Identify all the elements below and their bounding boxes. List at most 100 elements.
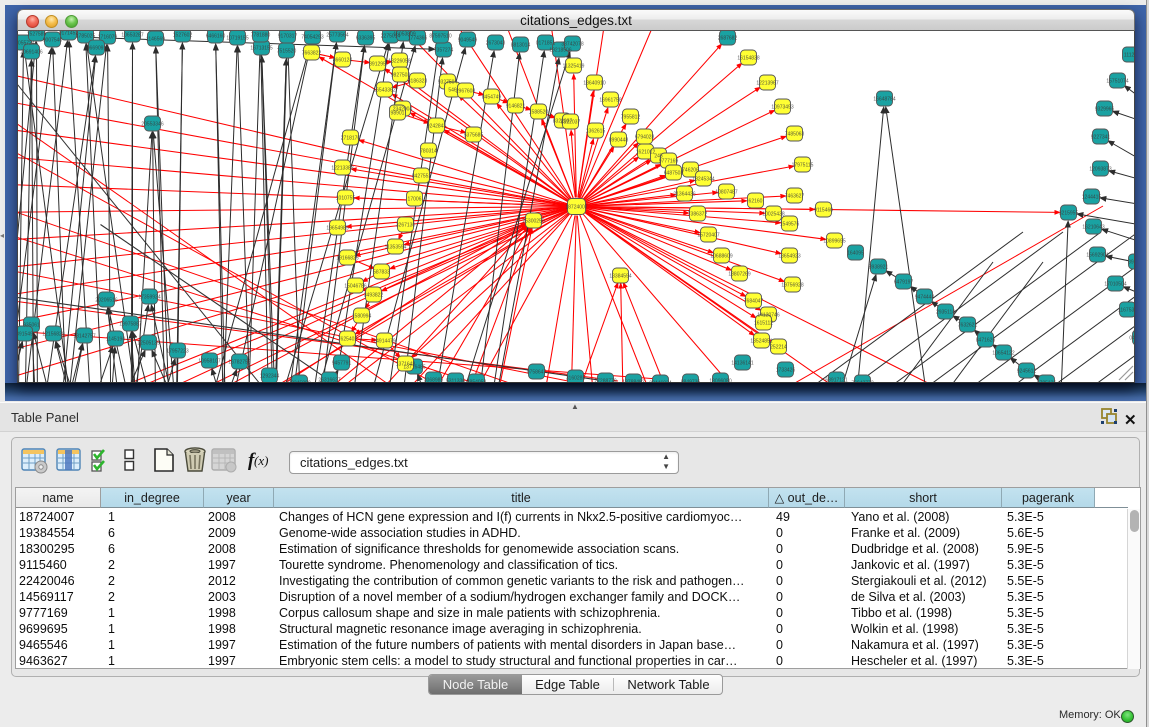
svg-text:17006: 17006 — [408, 196, 422, 202]
svg-text:12213383: 12213383 — [331, 165, 353, 171]
svg-text:9146821: 9146821 — [506, 103, 526, 109]
svg-text:13142757: 13142757 — [73, 333, 95, 339]
svg-text:20206516: 20206516 — [95, 297, 117, 303]
svg-text:2718170: 2718170 — [341, 135, 361, 141]
svg-text:8813014: 8813014 — [511, 42, 531, 48]
svg-text:8849736: 8849736 — [681, 379, 701, 382]
svg-text:9245612: 9245612 — [1017, 368, 1037, 374]
svg-text:7386372: 7386372 — [688, 211, 708, 217]
svg-text:8990448: 8990448 — [609, 137, 629, 143]
svg-text:2673043: 2673043 — [486, 40, 506, 46]
svg-text:18245344: 18245344 — [692, 176, 714, 182]
svg-text:7781880: 7781880 — [251, 32, 271, 38]
svg-text:19975887: 19975887 — [119, 321, 141, 327]
svg-text:12093873: 12093873 — [1089, 166, 1111, 172]
svg-text:15692901: 15692901 — [1086, 252, 1108, 258]
svg-text:7515520: 7515520 — [277, 48, 297, 54]
svg-text:7463627: 7463627 — [785, 193, 805, 199]
svg-text:5375685: 5375685 — [464, 132, 484, 138]
svg-text:7625402: 7625402 — [338, 336, 358, 342]
svg-text:8938921: 8938921 — [869, 264, 889, 270]
svg-text:2687682: 2687682 — [718, 35, 738, 41]
svg-text:8471626: 8471626 — [976, 337, 996, 343]
svg-text:3068985: 3068985 — [424, 377, 444, 382]
svg-text:2967608: 2967608 — [456, 88, 476, 94]
svg-text:17957223: 17957223 — [166, 348, 188, 354]
svg-text:9777169: 9777169 — [659, 158, 679, 164]
svg-text:98901: 98901 — [391, 110, 405, 116]
svg-text:16210643: 16210643 — [1082, 224, 1104, 230]
svg-text:(x): (x) — [254, 453, 268, 468]
svg-text:13788482: 13788482 — [622, 379, 644, 382]
svg-text:04200323: 04200323 — [1129, 335, 1135, 341]
svg-text:6794028: 6794028 — [635, 134, 655, 140]
svg-text:21364436: 21364436 — [673, 191, 695, 197]
svg-text:26316627: 26316627 — [318, 377, 340, 382]
svg-text:76643772: 76643772 — [851, 380, 873, 382]
svg-text:0171851: 0171851 — [536, 40, 556, 46]
svg-text:14136141: 14136141 — [731, 360, 753, 366]
svg-text:10653287: 10653287 — [121, 32, 143, 38]
svg-text:6466160: 6466160 — [206, 33, 226, 39]
svg-text:1292344: 1292344 — [260, 373, 280, 379]
svg-text:9457791: 9457791 — [332, 360, 352, 366]
svg-text:9007540: 9007540 — [43, 37, 63, 43]
svg-text:9115460: 9115460 — [814, 207, 833, 213]
svg-text:10719155: 10719155 — [226, 35, 248, 41]
svg-text:891295: 891295 — [369, 61, 386, 67]
svg-text:19654985: 19654985 — [326, 225, 348, 231]
svg-text:8186323: 8186323 — [408, 78, 428, 84]
svg-text:10688609: 10688609 — [710, 253, 732, 259]
svg-text:7684047: 7684047 — [744, 298, 764, 304]
svg-text:17010504: 17010504 — [1104, 281, 1126, 287]
svg-text:10958107: 10958107 — [198, 358, 220, 364]
svg-text:27288779: 27288779 — [594, 378, 616, 382]
svg-text:12505135: 12505135 — [137, 340, 159, 346]
svg-text:12213967: 12213967 — [756, 80, 778, 86]
svg-text:33742078: 33742078 — [561, 41, 583, 47]
svg-text:1010755: 1010755 — [336, 195, 356, 201]
svg-text:4854058: 4854058 — [467, 379, 487, 382]
svg-text:3160285: 3160285 — [566, 375, 586, 381]
svg-text:6487503: 6487503 — [664, 170, 684, 176]
svg-text:10654122: 10654122 — [992, 350, 1014, 356]
svg-text:1167531: 1167531 — [1118, 307, 1135, 313]
svg-text:1774366: 1774366 — [408, 35, 428, 41]
svg-text:164095: 164095 — [847, 250, 864, 256]
svg-text:10807487: 10807487 — [715, 189, 737, 195]
svg-text:20691406: 20691406 — [20, 49, 42, 55]
svg-text:19756928: 19756928 — [781, 282, 803, 288]
svg-text:16713155: 16713155 — [250, 45, 272, 51]
svg-text:10025438: 10025438 — [762, 211, 784, 217]
svg-text:1549576: 1549576 — [780, 221, 800, 227]
svg-text:9170317: 9170317 — [278, 33, 298, 39]
svg-text:68917121: 68917121 — [825, 377, 847, 382]
svg-text:1716079: 1716079 — [98, 34, 118, 40]
svg-text:18724007: 18724007 — [565, 204, 587, 210]
svg-text:1588520: 1588520 — [529, 109, 549, 115]
svg-text:18807269: 18807269 — [728, 271, 750, 277]
svg-text:8427552: 8427552 — [412, 173, 432, 179]
svg-text:19218506: 19218506 — [549, 47, 571, 53]
svg-text:1244415: 1244415 — [1082, 194, 1102, 200]
svg-text:8454749: 8454749 — [482, 94, 502, 100]
svg-text:893481: 893481 — [1128, 259, 1135, 265]
svg-text:7485063: 7485063 — [785, 131, 805, 137]
svg-text:16154838: 16154838 — [737, 55, 759, 61]
svg-text:11325419: 11325419 — [563, 63, 585, 69]
svg-text:13654923: 13654923 — [778, 253, 800, 259]
svg-text:746206: 746206 — [682, 167, 699, 173]
svg-text:7357274: 7357274 — [434, 47, 454, 53]
svg-text:7955812: 7955812 — [621, 114, 641, 120]
svg-text:1371648: 1371648 — [396, 361, 416, 367]
svg-text:8322037: 8322037 — [561, 119, 581, 125]
svg-text:5311336: 5311336 — [446, 378, 465, 382]
svg-text:10973493: 10973493 — [771, 104, 793, 110]
svg-text:9327504: 9327504 — [438, 79, 458, 85]
svg-text:14120746: 14120746 — [757, 312, 779, 318]
svg-text:9329966: 9329966 — [1095, 106, 1115, 112]
svg-text:8660124: 8660124 — [333, 57, 353, 63]
svg-text:9242843: 9242843 — [427, 123, 447, 129]
svg-text:15751074: 15751074 — [1106, 78, 1128, 84]
svg-text:14055724: 14055724 — [18, 40, 35, 46]
